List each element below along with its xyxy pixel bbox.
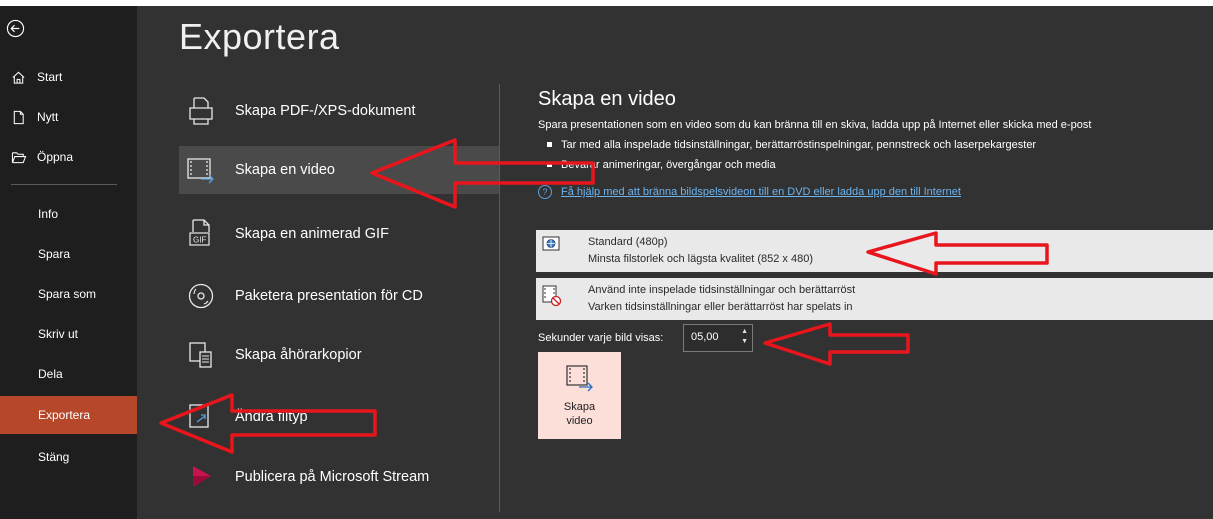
option-create-video[interactable]: Skapa en video xyxy=(179,146,499,194)
create-video-label: Skapa video xyxy=(563,401,596,427)
nav-item-export[interactable]: Exportera xyxy=(0,396,137,434)
nav-item-label: Öppna xyxy=(37,150,74,164)
gif-icon: GIF xyxy=(185,218,217,250)
panel-bullet: Tar med alla inspelade tidsinställningar… xyxy=(547,139,1036,151)
nav-item-label: Info xyxy=(38,207,59,221)
new-document-icon xyxy=(11,110,31,125)
panel-divider xyxy=(499,84,500,512)
svg-text:GIF: GIF xyxy=(193,236,206,245)
panel-bullet: Bevarar animeringar, övergångar och medi… xyxy=(547,159,776,171)
nav-item-new[interactable]: Nytt xyxy=(0,99,137,135)
nav-separator xyxy=(11,184,117,185)
seconds-label: Sekunder varje bild visas: xyxy=(538,332,664,344)
quality-subtitle: Minsta filstorlek och lägsta kvalitet (8… xyxy=(588,253,813,265)
timings-title: Använd inte inspelade tidsinställningar … xyxy=(588,284,856,296)
timings-subtitle: Varken tidsinställningar eller berättarr… xyxy=(588,301,853,313)
nav-item-share[interactable]: Dela xyxy=(0,356,137,392)
seconds-value: 05,00 xyxy=(691,331,719,343)
nav-item-label: Exportera xyxy=(38,408,91,422)
stream-icon xyxy=(185,461,217,493)
option-label: Publicera på Microsoft Stream xyxy=(235,469,430,485)
home-icon xyxy=(11,70,31,85)
nav-item-label: Start xyxy=(37,70,63,84)
no-timings-icon xyxy=(542,285,562,307)
option-label: Skapa en animerad GIF xyxy=(235,226,389,242)
option-create-gif[interactable]: GIF Skapa en animerad GIF xyxy=(179,210,499,258)
timings-dropdown[interactable]: Använd inte inspelade tidsinställningar … xyxy=(536,278,1213,320)
option-create-pdf-xps[interactable]: Skapa PDF-/XPS-dokument xyxy=(179,87,499,135)
panel-title: Skapa en video xyxy=(538,88,676,110)
create-video-button[interactable]: Skapa video xyxy=(538,352,621,439)
spinner-up-icon[interactable]: ▲ xyxy=(741,328,748,335)
seconds-spinner[interactable]: 05,00 ▲ ▼ xyxy=(683,324,753,352)
video-icon xyxy=(566,365,593,392)
nav-item-label: Stäng xyxy=(38,450,70,464)
video-quality-dropdown[interactable]: Standard (480p) Minsta filstorlek och lä… xyxy=(536,230,1213,272)
option-publish-stream[interactable]: Publicera på Microsoft Stream xyxy=(179,453,499,501)
option-label: Skapa åhörarkopior xyxy=(235,347,362,363)
option-label: Skapa en video xyxy=(235,162,335,178)
nav-item-label: Spara som xyxy=(38,287,97,301)
page-title: Exportera xyxy=(179,16,340,57)
nav-item-close[interactable]: Stäng xyxy=(0,439,137,475)
help-question-icon: ? xyxy=(538,185,552,199)
nav-item-label: Dela xyxy=(38,367,63,381)
option-label: Skapa PDF-/XPS-dokument xyxy=(235,103,416,119)
nav-item-print[interactable]: Skriv ut xyxy=(0,316,137,352)
cd-icon xyxy=(185,280,217,312)
help-link-text[interactable]: Få hjälp med att bränna bildspelsvideon … xyxy=(561,186,961,198)
nav-item-start[interactable]: Start xyxy=(0,59,137,95)
option-change-file-type[interactable]: Ändra filtyp xyxy=(179,393,499,441)
video-icon xyxy=(185,154,217,186)
option-create-handouts[interactable]: Skapa åhörarkopior xyxy=(179,331,499,379)
nav-item-label: Nytt xyxy=(37,110,59,124)
backstage-nav: Start Nytt Öppna Info Spara Spara som Sk… xyxy=(0,6,137,519)
nav-item-save-as[interactable]: Spara som xyxy=(0,276,137,312)
pdf-document-icon xyxy=(185,95,217,127)
back-arrow-icon[interactable] xyxy=(6,19,25,38)
change-file-type-icon xyxy=(185,401,217,433)
nav-item-label: Skriv ut xyxy=(38,327,79,341)
nav-item-label: Spara xyxy=(38,247,71,261)
option-label: Ändra filtyp xyxy=(235,409,308,425)
panel-description: Spara presentationen som en video som du… xyxy=(538,119,1092,131)
option-label: Paketera presentation för CD xyxy=(235,288,423,304)
help-link[interactable]: ? Få hjälp med att bränna bildspelsvideo… xyxy=(538,185,961,199)
spinner-down-icon[interactable]: ▼ xyxy=(741,338,748,345)
nav-item-save[interactable]: Spara xyxy=(0,236,137,272)
handouts-icon xyxy=(185,339,217,371)
option-package-cd[interactable]: Paketera presentation för CD xyxy=(179,272,499,320)
open-folder-icon xyxy=(11,150,31,165)
nav-item-open[interactable]: Öppna xyxy=(0,139,137,175)
monitor-quality-icon xyxy=(542,236,560,251)
quality-title: Standard (480p) xyxy=(588,236,668,248)
nav-item-info[interactable]: Info xyxy=(0,196,137,232)
